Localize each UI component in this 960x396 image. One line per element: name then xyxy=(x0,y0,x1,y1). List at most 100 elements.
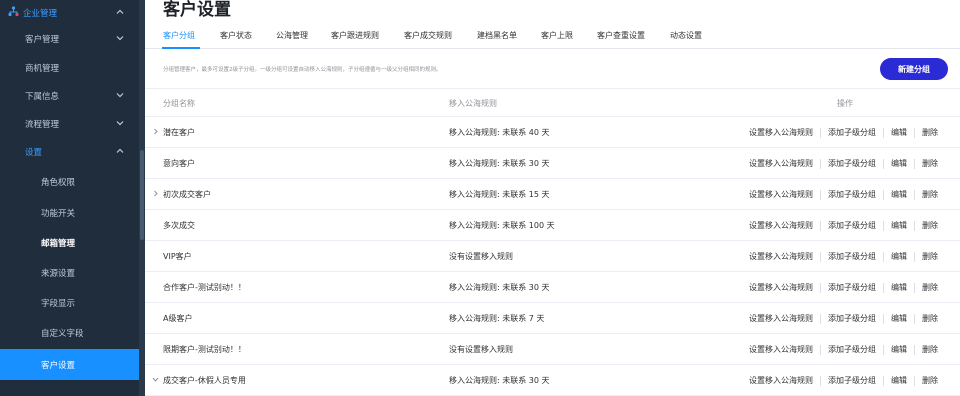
divider xyxy=(883,344,884,355)
tab-customer-group[interactable]: 客户分组 xyxy=(163,30,195,41)
pool-rule: 移入公海规则: 未联系 30 天 xyxy=(449,159,550,168)
sidebar-subitem-custom-fields[interactable]: 自定义字段 xyxy=(0,318,139,347)
edit-link[interactable]: 编辑 xyxy=(891,220,907,231)
set-rule-link[interactable]: 设置移入公海规则 xyxy=(749,127,813,138)
sidebar-item-settings[interactable]: 设置 xyxy=(0,137,139,166)
table-row: 成交客户-休假人员专用 移入公海规则: 未联系 30 天 设置移入公海规则 添加子级分… xyxy=(145,365,960,396)
delete-link[interactable]: 删除 xyxy=(922,375,938,386)
group-name: 意向客户 xyxy=(163,159,195,168)
set-rule-link[interactable]: 设置移入公海规则 xyxy=(749,375,813,386)
add-subgroup-link[interactable]: 添加子级分组 xyxy=(828,189,876,200)
group-name: A级客户 xyxy=(163,314,193,323)
edit-link[interactable]: 编辑 xyxy=(891,282,907,293)
add-subgroup-link[interactable]: 添加子级分组 xyxy=(828,127,876,138)
add-subgroup-link[interactable]: 添加子级分组 xyxy=(828,158,876,169)
sidebar-subitem-source[interactable]: 来源设置 xyxy=(0,258,139,287)
edit-link[interactable]: 编辑 xyxy=(891,189,907,200)
add-subgroup-link[interactable]: 添加子级分组 xyxy=(828,313,876,324)
chevron-down-icon xyxy=(116,36,124,41)
sidebar-item-label: 商机管理 xyxy=(25,63,60,74)
edit-link[interactable]: 编辑 xyxy=(891,344,907,355)
sidebar-item-subordinate[interactable]: 下属信息 xyxy=(0,81,139,110)
delete-link[interactable]: 删除 xyxy=(922,127,938,138)
set-rule-link[interactable]: 设置移入公海规则 xyxy=(749,158,813,169)
divider xyxy=(883,220,884,231)
divider xyxy=(883,282,884,293)
tab-customer-limit[interactable]: 客户上限 xyxy=(541,30,573,41)
edit-link[interactable]: 编辑 xyxy=(891,158,907,169)
divider xyxy=(820,189,821,200)
sidebar-subitem-customer-settings[interactable]: 客户设置 xyxy=(0,349,139,380)
header-actions: 操作 xyxy=(837,99,853,108)
add-subgroup-link[interactable]: 添加子级分组 xyxy=(828,251,876,262)
edit-link[interactable]: 编辑 xyxy=(891,313,907,324)
sidebar-item-enterprise[interactable]: 企业管理 xyxy=(0,0,139,27)
sidebar-subitem-roles[interactable]: 角色权限 xyxy=(0,167,139,196)
tab-blacklist[interactable]: 建档黑名单 xyxy=(477,30,517,41)
header-group-name: 分组名称 xyxy=(163,99,195,108)
add-subgroup-link[interactable]: 添加子级分组 xyxy=(828,375,876,386)
set-rule-link[interactable]: 设置移入公海规则 xyxy=(749,282,813,293)
delete-link[interactable]: 删除 xyxy=(922,313,938,324)
tab-dynamic-settings[interactable]: 动态设置 xyxy=(670,30,702,41)
caret-right-icon[interactable] xyxy=(152,128,159,135)
group-name: 限期客户-测试别动！！ xyxy=(163,345,246,354)
edit-link[interactable]: 编辑 xyxy=(891,251,907,262)
group-name: VIP客户 xyxy=(163,252,192,261)
row-actions: 设置移入公海规则 添加子级分组 编辑 删除 xyxy=(749,313,938,324)
new-group-button[interactable]: 新建分组 xyxy=(880,58,948,80)
row-actions: 设置移入公海规则 添加子级分组 编辑 删除 xyxy=(749,375,938,386)
delete-link[interactable]: 删除 xyxy=(922,220,938,231)
delete-link[interactable]: 删除 xyxy=(922,251,938,262)
divider xyxy=(883,375,884,386)
sidebar-item-opportunity[interactable]: 商机管理 xyxy=(0,53,139,82)
sidebar-subitem-features[interactable]: 功能开关 xyxy=(0,198,139,227)
chevron-down-icon xyxy=(116,93,124,98)
caret-down-icon[interactable] xyxy=(152,376,159,383)
row-actions: 设置移入公海规则 添加子级分组 编辑 删除 xyxy=(749,127,938,138)
sidebar-subitem-fields[interactable]: 字段显示 xyxy=(0,288,139,317)
tab-public-pool[interactable]: 公海管理 xyxy=(276,30,308,41)
set-rule-link[interactable]: 设置移入公海规则 xyxy=(749,313,813,324)
tab-bar: 客户分组 客户状态 公海管理 客户跟进规则 客户成交规则 建档黑名单 客户上限 … xyxy=(145,22,960,49)
edit-link[interactable]: 编辑 xyxy=(891,375,907,386)
divider xyxy=(914,220,915,231)
sidebar-subitem-mailbox[interactable]: 邮箱管理 xyxy=(0,228,139,257)
delete-link[interactable]: 删除 xyxy=(922,344,938,355)
org-icon xyxy=(8,6,19,17)
table-header: 分组名称 移入公海规则 操作 xyxy=(145,88,960,117)
tab-followup-rules[interactable]: 客户跟进规则 xyxy=(331,30,379,41)
table-row: 潜在客户 移入公海规则: 未联系 40 天 设置移入公海规则 添加子级分组 编辑 删除 xyxy=(145,117,960,148)
sidebar-item-label: 流程管理 xyxy=(25,119,60,130)
sidebar: 企业管理 客户管理 商机管理 下属信息 流程管理 设置 角色权限 功能开关 邮箱… xyxy=(0,0,145,396)
caret-right-icon[interactable] xyxy=(152,190,159,197)
add-subgroup-link[interactable]: 添加子级分组 xyxy=(828,344,876,355)
set-rule-link[interactable]: 设置移入公海规则 xyxy=(749,189,813,200)
sidebar-item-process[interactable]: 流程管理 xyxy=(0,109,139,138)
tab-duplicate-check[interactable]: 客户查重设置 xyxy=(597,30,645,41)
pool-rule: 移入公海规则: 未联系 40 天 xyxy=(449,128,550,137)
pool-rule: 移入公海规则: 未联系 30 天 xyxy=(449,283,550,292)
tab-deal-rules[interactable]: 客户成交规则 xyxy=(404,30,452,41)
chevron-down-icon xyxy=(116,121,124,126)
tab-customer-status[interactable]: 客户状态 xyxy=(220,30,252,41)
edit-link[interactable]: 编辑 xyxy=(891,127,907,138)
active-tab-indicator xyxy=(162,47,200,49)
set-rule-link[interactable]: 设置移入公海规则 xyxy=(749,220,813,231)
group-name: 成交客户-休假人员专用 xyxy=(163,376,246,385)
row-actions: 设置移入公海规则 添加子级分组 编辑 删除 xyxy=(749,220,938,231)
delete-link[interactable]: 删除 xyxy=(922,282,938,293)
set-rule-link[interactable]: 设置移入公海规则 xyxy=(749,344,813,355)
divider xyxy=(914,251,915,262)
add-subgroup-link[interactable]: 添加子级分组 xyxy=(828,220,876,231)
divider xyxy=(820,375,821,386)
add-subgroup-link[interactable]: 添加子级分组 xyxy=(828,282,876,293)
table-row: 意向客户 移入公海规则: 未联系 30 天 设置移入公海规则 添加子级分组 编辑 删除 xyxy=(145,148,960,179)
sidebar-item-customer[interactable]: 客户管理 xyxy=(0,24,139,53)
divider xyxy=(820,313,821,324)
delete-link[interactable]: 删除 xyxy=(922,158,938,169)
delete-link[interactable]: 删除 xyxy=(922,189,938,200)
divider xyxy=(883,251,884,262)
sidebar-scroll-thumb[interactable] xyxy=(140,150,144,240)
set-rule-link[interactable]: 设置移入公海规则 xyxy=(749,251,813,262)
